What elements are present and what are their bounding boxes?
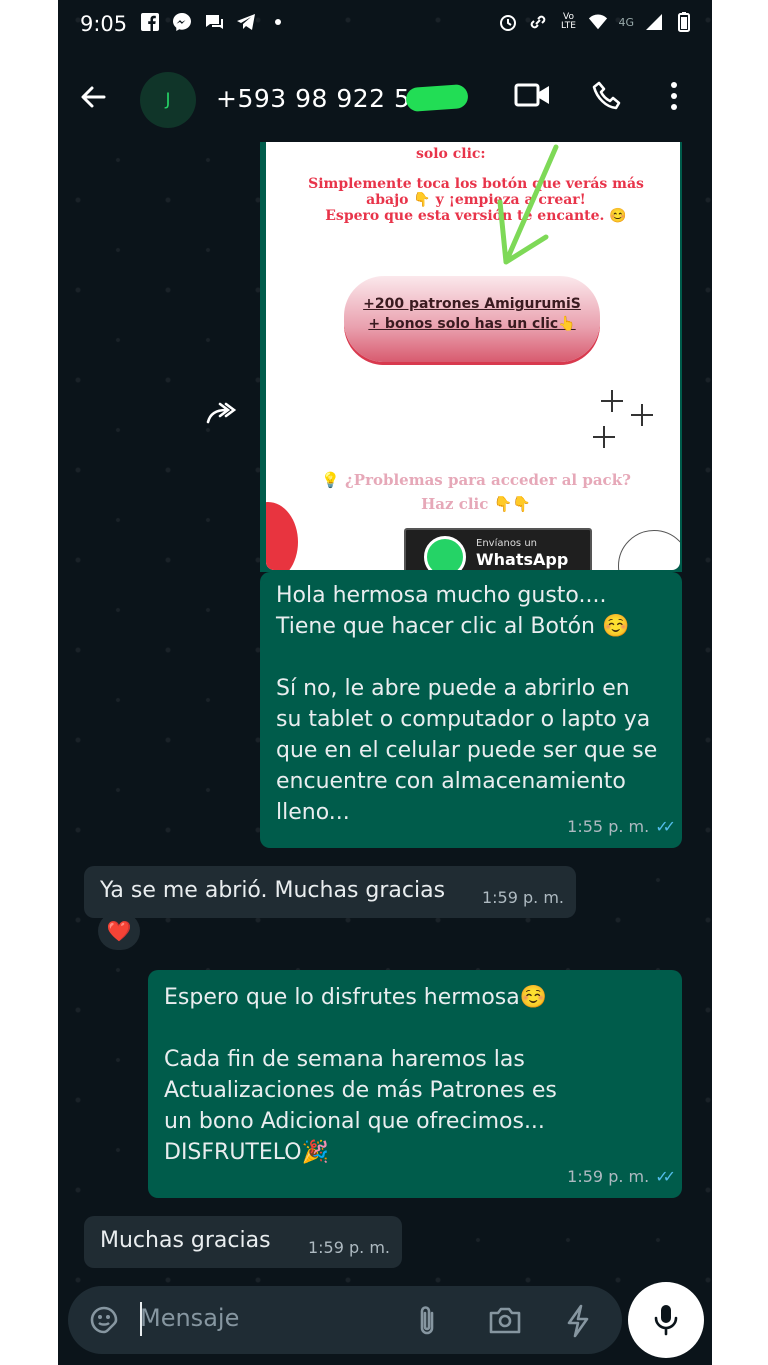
system-icons: Vo LTE 4G	[498, 12, 694, 32]
message-time: 1:59 p. m.	[567, 1167, 650, 1186]
camera-button[interactable]	[488, 1304, 522, 1340]
more-vertical-icon	[671, 82, 677, 110]
message-incoming[interactable]: Ya se me abrió. Muchas gracias 1:59 p. m…	[84, 866, 576, 918]
redaction-scribble	[405, 83, 469, 113]
message-incoming[interactable]: Muchas gracias 1:59 p. m.	[84, 1216, 402, 1268]
message-time: 1:59 p. m.	[307, 1238, 390, 1257]
alarm-icon	[498, 12, 518, 32]
battery-icon	[674, 12, 694, 32]
arrow-left-icon	[81, 86, 106, 108]
message-text: Ya se me abrió. Muchas gracias	[100, 878, 446, 903]
video-camera-icon	[514, 83, 549, 107]
forward-icon	[206, 402, 237, 424]
contact-name[interactable]: +593 98 922 53	[216, 84, 427, 113]
arrow-annotation-icon	[497, 144, 559, 265]
message-meta: 1:55 p. m. ✓✓	[567, 811, 676, 842]
message-time: 1:55 p. m.	[567, 817, 650, 836]
decorative-red-shape	[266, 502, 298, 570]
menu-button[interactable]	[662, 80, 686, 116]
whatsapp-flyer-button[interactable]: Envíanos un WhatsApp	[404, 528, 592, 570]
chat-bubbles-icon	[204, 12, 224, 32]
image-message[interactable]: solo clic: Simplemente toca los botón qu…	[260, 142, 682, 572]
problem-line-2: Haz clic 👇👇	[421, 495, 531, 513]
signal-icon	[644, 12, 664, 32]
status-time: 9:05	[80, 12, 128, 36]
wa-small-text: Envíanos un	[476, 538, 538, 549]
flyer-image[interactable]: solo clic: Simplemente toca los botón qu…	[266, 142, 680, 570]
video-call-button[interactable]	[514, 80, 552, 114]
back-button[interactable]	[78, 82, 108, 116]
camera-icon	[489, 1307, 521, 1334]
messenger-icon	[172, 12, 192, 32]
flyer-pill-button[interactable]: +200 patrones AmigurumiS + bonos solo ha…	[344, 276, 600, 362]
status-bar: 9:05 Vo LTE 4G	[58, 0, 712, 50]
phone-icon	[592, 81, 621, 110]
attach-button[interactable]	[414, 1304, 440, 1342]
message-input[interactable]: Mensaje	[140, 1304, 239, 1332]
reaction-badge[interactable]: ❤️	[98, 912, 140, 950]
lightning-icon	[567, 1304, 589, 1338]
message-text: Muchas gracias	[100, 1228, 271, 1253]
facebook-icon	[140, 12, 160, 32]
message-text: Hola hermosa mucho gusto.... Tiene que h…	[276, 583, 658, 825]
chat-header: J +593 98 922 53	[58, 50, 712, 142]
voice-message-button[interactable]	[628, 1282, 704, 1358]
paperclip-icon	[420, 1306, 434, 1335]
avatar[interactable]: J	[140, 72, 196, 128]
message-text: Espero que lo disfrutes hermosa☺️ Cada f…	[164, 985, 557, 1165]
whatsapp-logo-icon	[424, 536, 466, 570]
wifi-icon	[588, 12, 608, 32]
telegram-icon	[236, 12, 256, 32]
message-input-bar: Mensaje	[68, 1286, 622, 1354]
message-time: 1:59 p. m.	[481, 888, 564, 907]
pill-line-1: +200 patrones AmigurumiS	[363, 296, 581, 312]
sticker-icon	[90, 1306, 118, 1334]
flyer-problem-text: 💡 ¿Problemas para acceder al pack? Haz c…	[296, 468, 656, 516]
sparkle-icon	[593, 390, 653, 448]
message-meta: 1:59 p. m. ✓✓	[567, 1161, 676, 1192]
notification-icons	[140, 12, 288, 32]
message-meta: 1:59 p. m.	[482, 882, 564, 913]
message-meta: 1:59 p. m.	[308, 1232, 390, 1263]
message-outgoing[interactable]: Hola hermosa mucho gusto.... Tiene que h…	[260, 572, 682, 848]
sticker-button[interactable]	[88, 1304, 120, 1340]
message-outgoing[interactable]: Espero que lo disfrutes hermosa☺️ Cada f…	[148, 970, 682, 1198]
double-check-icon: ✓✓	[655, 817, 676, 836]
link-icon	[528, 12, 548, 32]
network-type: 4G	[618, 15, 634, 29]
wa-big-text: WhatsApp	[476, 550, 569, 569]
dot-icon	[268, 12, 288, 32]
forward-button[interactable]	[204, 400, 238, 432]
decorative-circle	[618, 530, 680, 570]
chat-screen: 9:05 Vo LTE 4G J +593 98 922 53 solo cli…	[58, 0, 712, 1365]
microphone-icon	[654, 1305, 678, 1336]
quick-reply-button[interactable]	[564, 1304, 592, 1342]
problem-line-1: 💡 ¿Problemas para acceder al pack?	[321, 471, 631, 489]
double-check-icon: ✓✓	[655, 1167, 676, 1186]
volte-icon: Vo LTE	[560, 12, 576, 31]
pill-line-2: + bonos solo has un clic👆	[368, 316, 576, 332]
voice-call-button[interactable]	[592, 80, 624, 116]
